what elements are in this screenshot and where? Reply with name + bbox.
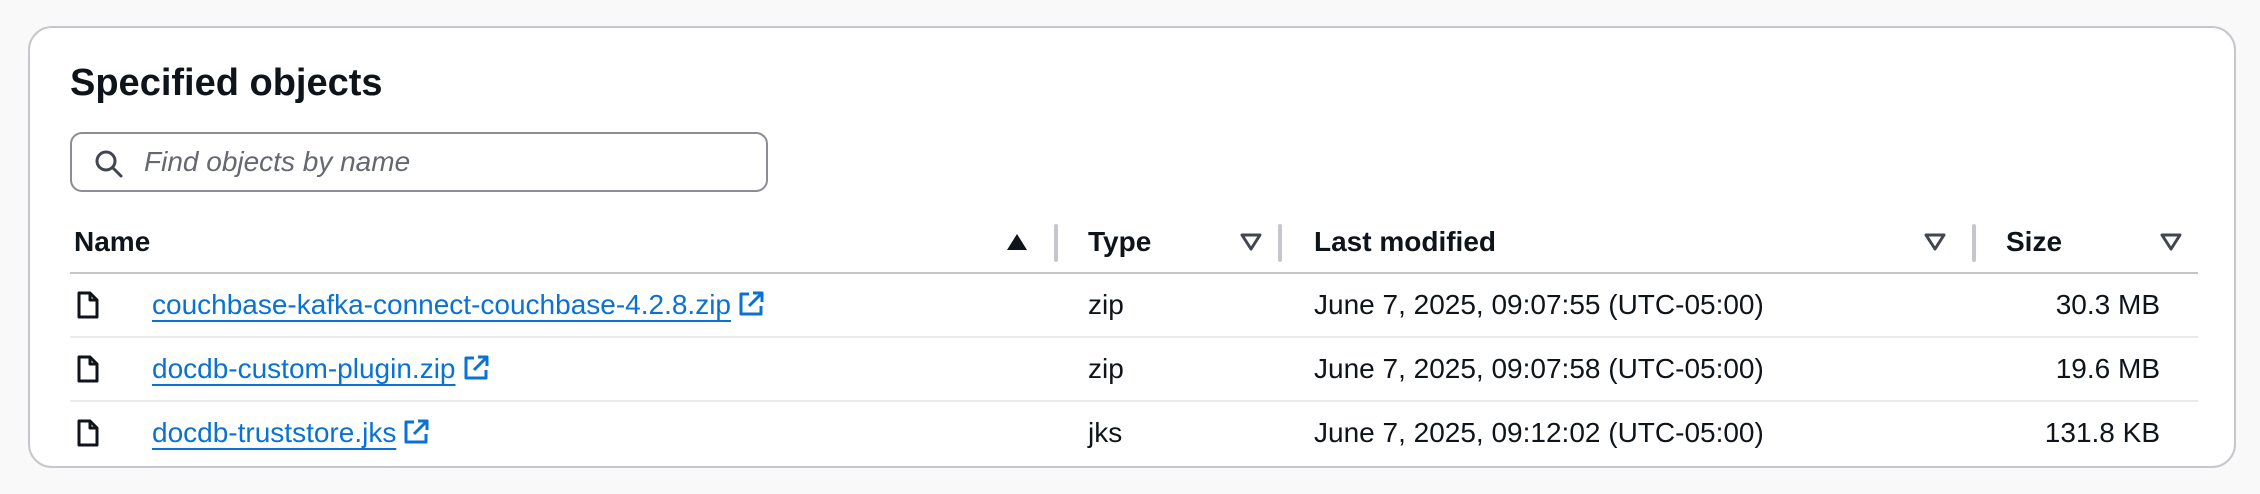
table-header: Name Type Last modified Size <box>70 212 2198 274</box>
sort-ascending-icon[interactable] <box>1006 232 1028 252</box>
object-link[interactable]: couchbase-kafka-connect-couchbase-4.2.8.… <box>152 274 765 336</box>
external-link-icon <box>464 355 488 380</box>
search-box[interactable] <box>70 132 768 192</box>
column-header-last-modified[interactable]: Last modified <box>1314 212 1994 272</box>
object-last-modified: June 7, 2025, 09:12:02 (UTC-05:00) <box>1314 417 1764 448</box>
object-size: 30.3 MB <box>2055 289 2160 320</box>
sort-descending-outline-icon[interactable] <box>2160 232 2182 252</box>
column-resizer[interactable] <box>1278 224 1282 262</box>
object-last-modified: June 7, 2025, 09:07:55 (UTC-05:00) <box>1314 289 1764 320</box>
object-last-modified: June 7, 2025, 09:07:58 (UTC-05:00) <box>1314 353 1764 384</box>
object-name: couchbase-kafka-connect-couchbase-4.2.8.… <box>152 289 732 320</box>
column-resizer[interactable] <box>1054 224 1058 262</box>
table-row: docdb-custom-plugin.zip zip June 7, 2025… <box>70 338 2198 402</box>
file-icon <box>77 291 99 319</box>
search-input[interactable] <box>144 142 744 182</box>
objects-table: Name Type Last modified Size couchbase-k… <box>70 212 2198 464</box>
external-link-icon <box>404 419 429 444</box>
column-header-name[interactable]: Name <box>70 212 1060 272</box>
sort-descending-outline-icon[interactable] <box>1240 232 1262 252</box>
column-resizer[interactable] <box>1972 224 1976 262</box>
file-icon <box>77 419 99 447</box>
file-icon <box>77 355 99 383</box>
object-name: docdb-truststore.jks <box>152 417 397 448</box>
search-icon <box>95 150 123 178</box>
column-label-name: Name <box>74 226 151 257</box>
object-link[interactable]: docdb-custom-plugin.zip <box>152 338 490 400</box>
object-name: docdb-custom-plugin.zip <box>152 353 456 384</box>
table-row: docdb-truststore.jks jks June 7, 2025, 0… <box>70 402 2198 464</box>
object-type: zip <box>1088 289 1124 320</box>
column-header-size[interactable]: Size <box>2006 212 2198 272</box>
column-label-last-modified: Last modified <box>1314 226 1497 257</box>
object-type: jks <box>1088 417 1123 448</box>
table-row: couchbase-kafka-connect-couchbase-4.2.8.… <box>70 274 2198 338</box>
object-size: 131.8 KB <box>2044 417 2160 448</box>
external-link-icon <box>739 291 764 316</box>
object-type: zip <box>1088 353 1124 384</box>
object-size: 19.6 MB <box>2055 353 2160 384</box>
column-label-size: Size <box>2006 226 2063 257</box>
sort-descending-outline-icon[interactable] <box>1924 232 1946 252</box>
specified-objects-panel: Specified objects Name Type <box>28 26 2236 468</box>
object-link[interactable]: docdb-truststore.jks <box>152 402 430 464</box>
panel-title: Specified objects <box>70 62 383 104</box>
column-label-type: Type <box>1088 226 1152 257</box>
column-header-type[interactable]: Type <box>1088 212 1288 272</box>
